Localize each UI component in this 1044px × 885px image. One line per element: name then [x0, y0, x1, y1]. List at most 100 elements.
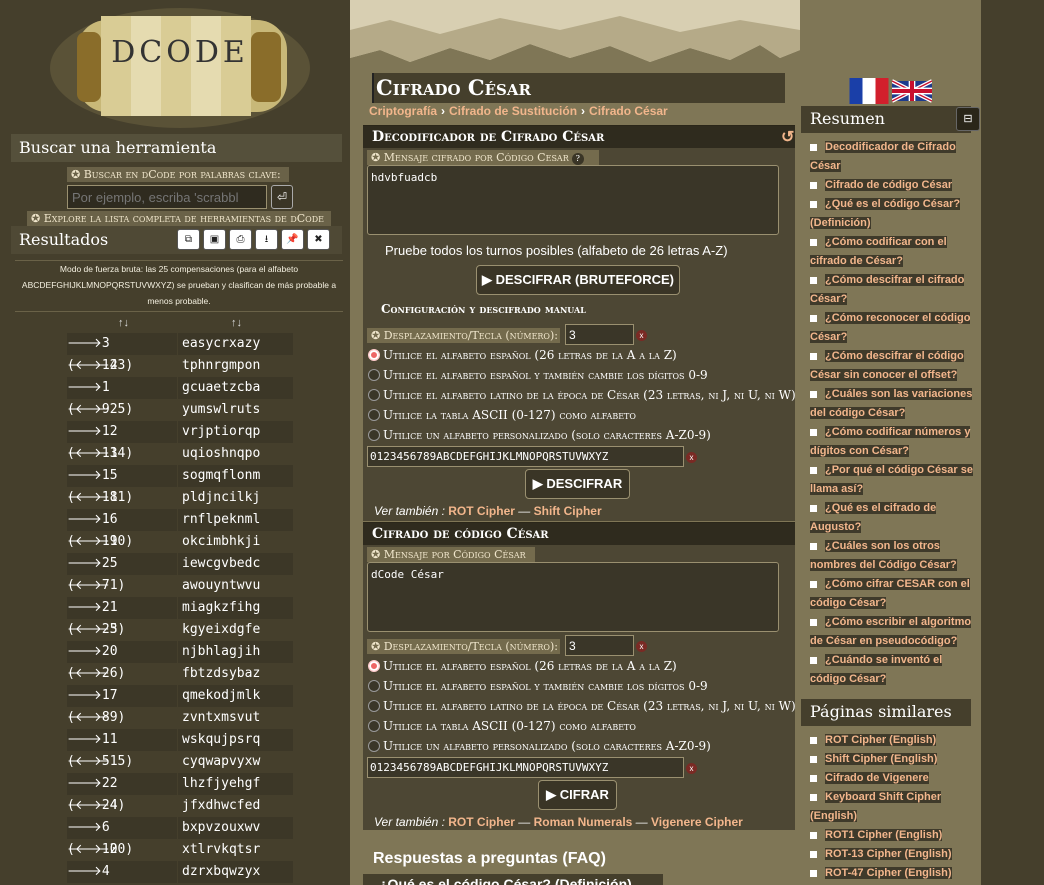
custom-alphabet-input[interactable]: 0123456789ABCDEFGHIJKLMNOPQRSTUVWXYZ — [367, 446, 684, 467]
table-row[interactable]: 🡒10 (🡐16) xtlrvkqtsr — [67, 839, 293, 879]
decoded-cell: okcimbhkji — [182, 534, 261, 549]
toc-link[interactable]: ¿Cuáles son los otros nombres del Código… — [810, 537, 974, 575]
similar-link[interactable]: ROT1 Cipher (English) — [810, 826, 974, 845]
table-row[interactable]: 🡒23 (🡐3) kgyeixdgfe — [67, 619, 293, 659]
rot-cipher-link[interactable]: ROT Cipher — [448, 504, 515, 518]
option-label: Utilice la tabla ASCII (0-127) como alfa… — [383, 408, 636, 422]
table-row[interactable]: 🡒17 (🡐9) qmekodjmlk — [67, 685, 293, 725]
shift-input[interactable] — [565, 324, 634, 345]
collapse-icon[interactable]: ⊟ — [956, 107, 980, 131]
reset-icon[interactable]: ↺ — [781, 127, 794, 147]
bullet-icon — [810, 276, 817, 284]
breadcrumb-link[interactable]: Cifrado de Sustitución — [449, 104, 577, 118]
table-row[interactable]: 🡒9 (🡐17) yumswlruts — [67, 399, 293, 439]
table-row[interactable]: 🡒15 (🡐11) sogmqflonm — [67, 465, 293, 505]
clear-alphabet-icon[interactable]: x — [686, 452, 697, 463]
screenshot-icon[interactable]: ▣ — [203, 229, 226, 250]
download-icon[interactable]: ⭳ — [255, 229, 278, 250]
table-row[interactable]: 🡒13 (🡐13) uqioshnqpo — [67, 443, 293, 483]
copy-icon[interactable]: ⧉ — [177, 229, 200, 250]
clear-alphabet-icon[interactable]: x — [686, 763, 697, 774]
table-row[interactable]: 🡒16 (🡐10) rnflpeknml — [67, 509, 293, 549]
table-row[interactable]: 🡒14 (🡐12) tphnrgmpon — [67, 355, 293, 395]
toc-link[interactable]: ¿Cuáles son las variaciones del código C… — [810, 385, 974, 423]
shift-input[interactable] — [565, 635, 634, 656]
table-row[interactable]: 🡒11 (🡐15) wskqujpsrq — [67, 729, 293, 769]
ciphertext-input[interactable]: hdvbfuadcb — [367, 165, 779, 235]
toc-link[interactable]: ¿Cómo cifrar CESAR con el código César? — [810, 575, 974, 613]
option-latin-alphabet[interactable]: Utilice el alfabeto latino de la época d… — [368, 386, 796, 404]
toc-link[interactable]: ¿Cómo codificar números y dígitos con Cé… — [810, 423, 974, 461]
table-row[interactable]: 🡒18 (🡐8) pldjncilkj — [67, 487, 293, 527]
toc-link[interactable]: ¿Cómo reconocer el código César? — [810, 309, 974, 347]
encrypt-button[interactable]: ▶ CIFRAR — [538, 780, 617, 810]
table-row[interactable]: 🡒6 (🡐20) bxpvzouxwv — [67, 817, 293, 857]
table-row[interactable]: 🡒24 (🡐2) jfxdhwcfed — [67, 795, 293, 835]
similar-link[interactable]: Cifrado de Vigenere — [810, 769, 974, 788]
toc-link[interactable]: ¿Por qué el código César se llama así? — [810, 461, 974, 499]
toc-link[interactable]: ¿Cuándo se inventó el código César? — [810, 651, 974, 689]
table-row[interactable]: 🡒5 (🡐21) cyqwapvyxw — [67, 751, 293, 791]
sort-shift-button[interactable]: ↑↓ — [67, 314, 180, 332]
toc-link[interactable]: ¿Cómo descifrar el cifrado César? — [810, 271, 974, 309]
rot-cipher-link[interactable]: ROT Cipher — [448, 815, 515, 829]
uk-flag-icon[interactable] — [892, 78, 932, 104]
toc-link[interactable]: Decodificador de Cifrado César — [810, 138, 974, 176]
french-flag-icon[interactable] — [849, 78, 889, 104]
similar-link[interactable]: ROT Cipher (English) — [810, 731, 974, 750]
breadcrumb-link[interactable]: Criptografía — [369, 104, 437, 118]
vigenere-cipher-link[interactable]: Vigenere Cipher — [651, 815, 743, 829]
clear-shift-icon[interactable]: x — [636, 641, 647, 652]
shift-cipher-link[interactable]: Shift Cipher — [534, 504, 602, 518]
similar-link[interactable]: ROT-47 Cipher (English) — [810, 864, 974, 883]
option-latin-alphabet[interactable]: Utilice el alfabeto latino de la época d… — [368, 697, 796, 715]
toc-link[interactable]: ¿Cómo codificar con el cifrado de César? — [810, 233, 974, 271]
dcode-logo[interactable]: DCODE — [45, 2, 315, 134]
custom-alphabet-input[interactable]: 0123456789ABCDEFGHIJKLMNOPQRSTUVWXYZ — [367, 757, 684, 778]
similar-link[interactable]: Keyboard Shift Cipher (English) — [810, 788, 974, 826]
plaintext-input[interactable]: dCode César — [367, 562, 779, 632]
roman-numerals-link[interactable]: Roman Numerals — [534, 815, 633, 829]
toc-link[interactable]: ¿Cómo escribir el algoritmo de César en … — [810, 613, 974, 651]
breadcrumb-link[interactable]: Cifrado César — [589, 104, 668, 118]
toc-link[interactable]: ¿Qué es el cifrado de Augusto? — [810, 499, 974, 537]
toc-link[interactable]: ¿Cómo descifrar el código César sin cono… — [810, 347, 974, 385]
similar-link[interactable]: Shift Cipher (English) — [810, 750, 974, 769]
table-row[interactable]: 🡒20 (🡐6) njbhlagjih — [67, 641, 293, 681]
bruteforce-decrypt-button[interactable]: ▶ DESCIFRAR (BRUTEFORCE) — [476, 265, 680, 295]
sort-text-button[interactable]: ↑↓ — [180, 314, 293, 332]
option-spanish-alphabet[interactable]: Utilice el alfabeto español (26 letras d… — [368, 346, 677, 364]
similar-link[interactable]: ROT-13 Cipher (English) — [810, 845, 974, 864]
sort-header: ↑↓ ↑↓ — [67, 314, 293, 332]
table-row[interactable]: 🡒22 (🡐4) lhzfjyehgf — [67, 773, 293, 813]
clear-shift-icon[interactable]: x — [636, 330, 647, 341]
search-submit-button[interactable]: ⏎ — [271, 185, 293, 209]
option-custom-alphabet[interactable]: Utilice un alfabeto personalizado (solo … — [368, 426, 711, 444]
table-row[interactable]: 🡒21 (🡐5) miagkzfihg — [67, 597, 293, 637]
table-row[interactable]: 🡒8 (🡐18) zvntxmsvut — [67, 707, 293, 747]
search-input[interactable] — [67, 185, 267, 209]
table-row[interactable]: 🡒1 (🡐25) gcuaetzcba — [67, 377, 293, 417]
table-row[interactable]: 🡒4 (🡐22)dzrxbqwzyx — [67, 861, 293, 883]
table-row[interactable]: 🡒3 (🡐23) easycrxazy — [67, 333, 293, 373]
option-custom-alphabet[interactable]: Utilice un alfabeto personalizado (solo … — [368, 737, 711, 755]
decoded-cell: kgyeixdgfe — [182, 622, 261, 637]
table-row[interactable]: 🡒25 (🡐1) iewcgvbedc — [67, 553, 293, 593]
explore-tools-link[interactable]: ✪ Explore la lista completa de herramien… — [27, 211, 331, 226]
table-row[interactable]: 🡒2 (🡐24) fbtzdsybaz — [67, 663, 293, 703]
option-spanish-digits[interactable]: Utilice el alfabeto español y también ca… — [368, 677, 708, 695]
toc-link[interactable]: Cifrado de código César — [810, 176, 974, 195]
toc-link[interactable]: ¿Qué es el código César? (Definición) — [810, 195, 974, 233]
option-ascii-table[interactable]: Utilice la tabla ASCII (0-127) como alfa… — [368, 717, 636, 735]
pin-icon[interactable]: 📌 — [281, 229, 304, 250]
option-spanish-alphabet[interactable]: Utilice el alfabeto español (26 letras d… — [368, 657, 677, 675]
table-row[interactable]: 🡒7 (🡐19) awouyntwvu — [67, 575, 293, 615]
option-ascii-table[interactable]: Utilice la tabla ASCII (0-127) como alfa… — [368, 406, 636, 424]
decrypt-button[interactable]: ▶ DESCIFRAR — [525, 469, 630, 499]
option-spanish-digits[interactable]: Utilice el alfabeto español y también ca… — [368, 366, 708, 384]
print-icon[interactable]: ⎙ — [229, 229, 252, 250]
table-row[interactable]: 🡒19 (🡐7) okcimbhkji — [67, 531, 293, 571]
help-icon[interactable]: ? — [571, 153, 584, 165]
table-row[interactable]: 🡒12 (🡐14) vrjptiorqp — [67, 421, 293, 461]
close-icon[interactable]: ✖ — [307, 229, 330, 250]
